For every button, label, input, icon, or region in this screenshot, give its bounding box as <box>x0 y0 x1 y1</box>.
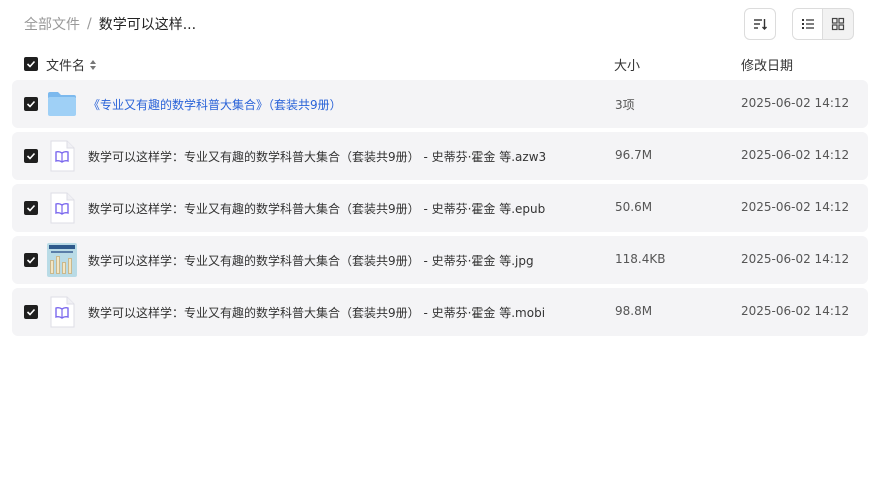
file-row-epub[interactable]: 数学可以这样学：专业又有趣的数学科普大集合（套装共9册） - 史蒂芬·霍金 等.… <box>12 184 868 232</box>
ebook-icon <box>46 140 78 172</box>
row-checkbox[interactable] <box>24 149 38 163</box>
row-checkbox[interactable] <box>24 253 38 267</box>
check-icon <box>26 60 36 68</box>
check-icon <box>26 152 36 160</box>
breadcrumb-separator: / <box>87 16 92 32</box>
file-date: 2025-06-02 14:12 <box>741 96 850 110</box>
check-icon <box>26 308 36 316</box>
file-row-jpg[interactable]: 数学可以这样学：专业又有趣的数学科普大集合（套装共9册） - 史蒂芬·霍金 等.… <box>12 236 868 284</box>
file-date: 2025-06-02 14:12 <box>741 252 850 266</box>
top-bar: 全部文件 / 数学可以这样... <box>0 0 878 48</box>
file-row-folder[interactable]: 《专业又有趣的数学科普大集合》（套装共9册） 3项 2025-06-02 14:… <box>12 80 868 128</box>
breadcrumb-root-link[interactable]: 全部文件 <box>24 14 80 34</box>
ebook-icon <box>46 296 78 328</box>
file-name[interactable]: 数学可以这样学：专业又有趣的数学科普大集合（套装共9册） - 史蒂芬·霍金 等.… <box>88 148 546 165</box>
view-toggle <box>792 8 854 40</box>
column-header-name[interactable]: 文件名 <box>46 55 98 74</box>
check-icon <box>26 256 36 264</box>
sort-icon <box>754 19 767 30</box>
check-icon <box>26 204 36 212</box>
file-row-mobi[interactable]: 数学可以这样学：专业又有趣的数学科普大集合（套装共9册） - 史蒂芬·霍金 等.… <box>12 288 868 336</box>
list-view-icon <box>801 19 814 29</box>
file-list: 《专业又有趣的数学科普大集合》（套装共9册） 3项 2025-06-02 14:… <box>12 80 868 340</box>
check-icon <box>26 100 36 108</box>
file-name[interactable]: 数学可以这样学：专业又有趣的数学科普大集合（套装共9册） - 史蒂芬·霍金 等.… <box>88 200 545 217</box>
file-date: 2025-06-02 14:12 <box>741 200 850 214</box>
grid-view-button[interactable] <box>823 9 853 39</box>
file-name[interactable]: 《专业又有趣的数学科普大集合》（套装共9册） <box>88 96 342 113</box>
file-date: 2025-06-02 14:12 <box>741 148 850 162</box>
breadcrumb: 全部文件 / 数学可以这样... <box>24 14 196 34</box>
file-date: 2025-06-02 14:12 <box>741 304 850 318</box>
file-size: 50.6M <box>615 200 653 214</box>
image-thumbnail <box>46 243 78 277</box>
sort-button[interactable] <box>744 8 776 40</box>
row-checkbox[interactable] <box>24 97 38 111</box>
file-size: 3项 <box>615 98 635 112</box>
row-checkbox[interactable] <box>24 201 38 215</box>
column-header-name-label: 文件名 <box>46 59 86 74</box>
select-all-checkbox[interactable] <box>24 57 38 71</box>
file-size: 98.8M <box>615 304 653 318</box>
list-view-button[interactable] <box>793 9 823 39</box>
breadcrumb-current: 数学可以这样... <box>98 17 197 33</box>
folder-icon <box>46 88 78 120</box>
column-header-size[interactable]: 大小 <box>614 55 640 74</box>
column-header-date[interactable]: 修改日期 <box>741 55 793 74</box>
file-row-azw3[interactable]: 数学可以这样学：专业又有趣的数学科普大集合（套装共9册） - 史蒂芬·霍金 等.… <box>12 132 868 180</box>
file-list-header: 文件名 大小 修改日期 <box>12 52 868 76</box>
sort-toggle-icon <box>90 59 97 70</box>
row-checkbox[interactable] <box>24 305 38 319</box>
file-size: 118.4KB <box>615 252 666 266</box>
ebook-icon <box>46 192 78 224</box>
file-size: 96.7M <box>615 148 653 162</box>
file-name[interactable]: 数学可以这样学：专业又有趣的数学科普大集合（套装共9册） - 史蒂芬·霍金 等.… <box>88 252 534 269</box>
grid-view-icon <box>831 17 845 31</box>
file-name[interactable]: 数学可以这样学：专业又有趣的数学科普大集合（套装共9册） - 史蒂芬·霍金 等.… <box>88 304 545 321</box>
